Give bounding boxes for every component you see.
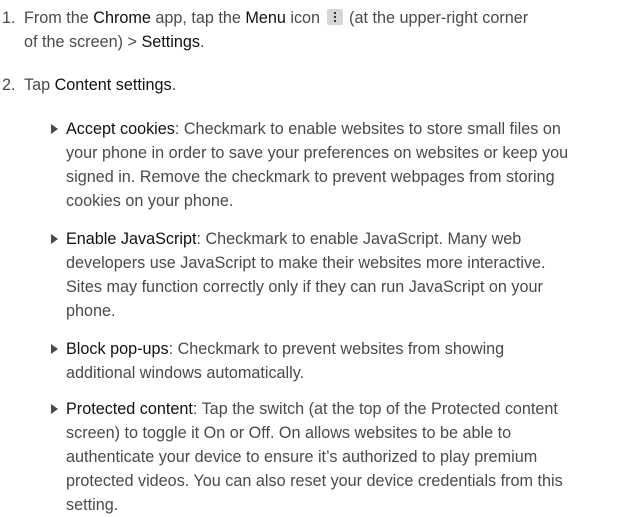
step-text-part: . xyxy=(199,33,205,51)
step-text: From the Chrome app, tap the Menu icon (… xyxy=(24,6,624,54)
bullet-protected-content: Protected content: Tap the switch (at th… xyxy=(66,397,626,517)
bullet-line: Accept cookies: Checkmark to enable webs… xyxy=(66,117,626,141)
bullet-arrow-icon xyxy=(51,124,58,134)
bullet-line: Sites may function correctly only if the… xyxy=(66,278,543,296)
bullet-arrow-icon xyxy=(51,234,58,244)
bullet-term: Accept cookies xyxy=(66,120,175,138)
step-number: 2. xyxy=(2,76,16,94)
step-text-part: app, tap the xyxy=(150,9,246,27)
step-text: Tap Content settings. xyxy=(24,73,624,97)
bullet-line: additional windows automatically. xyxy=(66,364,305,382)
step-text-part: icon xyxy=(285,9,325,27)
bullet-accept-cookies: Accept cookies: Checkmark to enable webs… xyxy=(66,117,626,213)
bullet-line: authenticate your device to ensure it’s … xyxy=(66,448,538,466)
bullet-line: signed in. Remove the checkmark to preve… xyxy=(66,168,555,186)
instructions-document: 1. From the Chrome app, tap the Menu ico… xyxy=(0,0,638,514)
step-text-part: From the xyxy=(24,9,94,27)
bullet-line: phone. xyxy=(66,302,116,320)
bullet-text-part: : Checkmark to enable websites to store … xyxy=(174,120,561,138)
bullet-line: setting. xyxy=(66,496,119,514)
keyword-content-settings: Content settings xyxy=(54,76,172,94)
bullet-term: Enable JavaScript xyxy=(66,230,197,248)
step-line: of the screen) > Settings. xyxy=(24,30,624,54)
bullet-line: protected videos. You can also reset you… xyxy=(66,472,563,490)
keyword-chrome: Chrome xyxy=(93,9,151,27)
step-text-part: Tap xyxy=(24,76,55,94)
bullet-text-part: : Tap the switch (at the top of the Prot… xyxy=(192,400,558,418)
bullet-line: Protected content: Tap the switch (at th… xyxy=(66,397,626,421)
bullet-line: cookies on your phone. xyxy=(66,192,234,210)
bullet-block-popups: Block pop-ups: Checkmark to prevent webs… xyxy=(66,337,626,385)
bullet-term: Block pop-ups xyxy=(66,340,169,358)
step-text-part: of the screen) > xyxy=(24,33,142,51)
bullet-line: Block pop-ups: Checkmark to prevent webs… xyxy=(66,337,626,361)
step-line: From the Chrome app, tap the Menu icon (… xyxy=(24,6,624,30)
keyword-settings: Settings xyxy=(141,33,200,51)
bullet-line: your phone in order to save your prefere… xyxy=(66,144,569,162)
bullet-arrow-icon xyxy=(51,404,58,414)
keyword-menu: Menu xyxy=(245,9,286,27)
bullet-arrow-icon xyxy=(51,344,58,354)
bullet-line: developers use JavaScript to make their … xyxy=(66,254,546,272)
bullet-line: screen) to toggle it On or Off. On allow… xyxy=(66,424,512,442)
bullet-text-part: : Checkmark to prevent websites from sho… xyxy=(168,340,505,358)
bullet-line: Enable JavaScript: Checkmark to enable J… xyxy=(66,227,626,251)
bullet-enable-javascript: Enable JavaScript: Checkmark to enable J… xyxy=(66,227,626,323)
step-text-part: . xyxy=(171,76,177,94)
step-text-part: (at the upper-right corner xyxy=(344,9,529,27)
bullet-text-part: : Checkmark to enable JavaScript. Many w… xyxy=(196,230,522,248)
menu-icon xyxy=(326,9,343,25)
bullet-term: Protected content xyxy=(66,400,193,418)
step-number: 1. xyxy=(2,9,16,27)
